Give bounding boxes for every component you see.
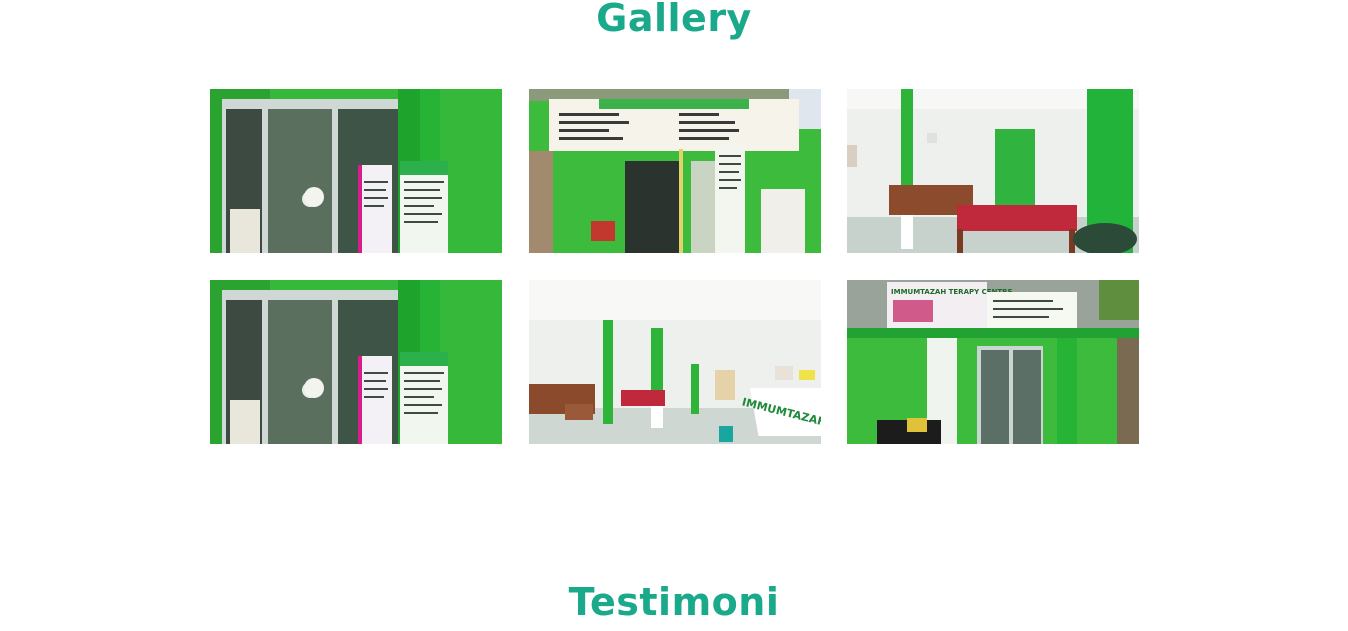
gallery-heading: Gallery [596, 0, 752, 40]
gallery-grid: IMMUMTAZAH IMMUMTAZAH TERAPY CENTRE [210, 89, 1139, 444]
testimoni-heading: Testimoni [568, 580, 780, 624]
storefront-photo [529, 89, 821, 253]
gallery-photo-3[interactable] [847, 89, 1139, 253]
gallery-photo-5[interactable]: IMMUMTAZAH [529, 280, 821, 444]
treatment-room-photo [847, 89, 1139, 253]
door-photo [210, 89, 502, 253]
gallery-photo-6[interactable]: IMMUMTAZAH TERAPY CENTRE [847, 280, 1139, 444]
gallery-photo-4[interactable] [210, 280, 502, 444]
gallery-photo-2[interactable] [529, 89, 821, 253]
lobby-photo: IMMUMTAZAH [529, 280, 821, 444]
gallery-photo-1[interactable] [210, 89, 502, 253]
door-photo [210, 280, 502, 444]
facade-photo: IMMUMTAZAH TERAPY CENTRE [847, 280, 1139, 444]
